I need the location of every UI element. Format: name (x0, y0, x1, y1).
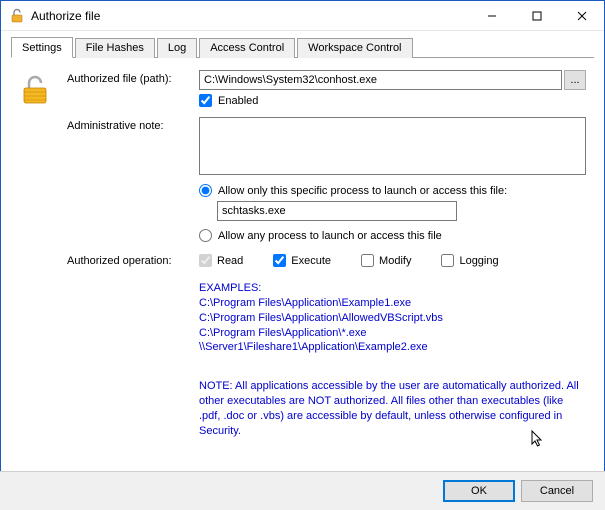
ops-label: Authorized operation: (67, 255, 199, 267)
examples-block: EXAMPLES: C:\Program Files\Application\E… (199, 281, 586, 355)
example-line: C:\Program Files\Application\AllowedVBSc… (199, 311, 586, 326)
browse-button[interactable]: ... (564, 70, 586, 90)
example-line: C:\Program Files\Application\Example1.ex… (199, 296, 586, 311)
maximize-button[interactable] (514, 1, 559, 30)
allow-any-radio[interactable] (199, 229, 212, 242)
security-note: NOTE: All applications accessible by the… (199, 379, 586, 438)
op-read-label: Read (217, 255, 243, 267)
example-line: \\Server1\Fileshare1\Application\Example… (199, 340, 586, 355)
tab-bar: Settings File Hashes Log Access Control … (11, 37, 594, 58)
examples-header: EXAMPLES: (199, 281, 586, 296)
tab-settings[interactable]: Settings (11, 37, 73, 58)
allow-specific-radio[interactable] (199, 184, 212, 197)
lock-open-large-icon (19, 74, 51, 106)
admin-note-label: Administrative note: (67, 117, 199, 132)
close-button[interactable] (559, 1, 604, 30)
lock-open-icon (9, 8, 25, 24)
tab-log[interactable]: Log (157, 38, 197, 58)
allow-specific-label: Allow only this specific process to laun… (218, 185, 507, 197)
titlebar: Authorize file (1, 1, 604, 31)
allow-any-label: Allow any process to launch or access th… (218, 230, 442, 242)
op-modify-label: Modify (379, 255, 411, 267)
op-read-checkbox (199, 254, 212, 267)
process-input[interactable] (217, 201, 457, 221)
op-logging-label: Logging (459, 255, 498, 267)
tab-access-control[interactable]: Access Control (199, 38, 295, 58)
ok-button[interactable]: OK (443, 480, 515, 502)
tab-workspace-control[interactable]: Workspace Control (297, 38, 412, 58)
minimize-button[interactable] (469, 1, 514, 30)
example-line: C:\Program Files\Application\*.exe (199, 326, 586, 341)
op-modify-checkbox[interactable] (361, 254, 374, 267)
op-execute-checkbox[interactable] (273, 254, 286, 267)
enabled-checkbox[interactable] (199, 94, 212, 107)
enabled-label: Enabled (218, 95, 258, 107)
cancel-button[interactable]: Cancel (521, 480, 593, 502)
window-title: Authorize file (31, 9, 469, 23)
path-label: Authorized file (path): (67, 70, 199, 85)
dialog-footer: OK Cancel (0, 471, 605, 510)
tab-file-hashes[interactable]: File Hashes (75, 38, 155, 58)
op-logging-checkbox[interactable] (441, 254, 454, 267)
op-execute-label: Execute (291, 255, 331, 267)
path-input[interactable] (199, 70, 562, 90)
admin-note-input[interactable] (199, 117, 586, 175)
